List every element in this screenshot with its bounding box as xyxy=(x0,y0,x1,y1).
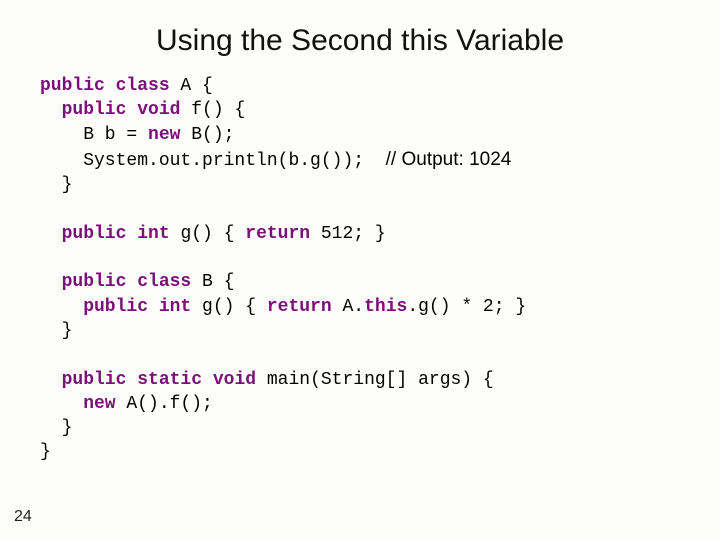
kw-int: int xyxy=(126,224,169,244)
kw-public: public xyxy=(40,224,126,244)
kw-class: class xyxy=(105,76,170,96)
kw-static: static xyxy=(126,370,202,390)
kw-public: public xyxy=(40,272,126,292)
code-text: f() { xyxy=(180,100,245,120)
code-text: main(String[] args) { xyxy=(256,370,494,390)
code-text: .g() * 2; } xyxy=(407,297,526,317)
kw-return: return xyxy=(267,297,332,317)
page-number: 24 xyxy=(14,508,32,526)
code-block: public class A { public void f() { B b =… xyxy=(40,74,720,465)
code-text: } xyxy=(40,321,72,341)
kw-new: new xyxy=(40,394,116,414)
kw-new: new xyxy=(148,125,180,145)
kw-public: public xyxy=(40,76,105,96)
code-text: } xyxy=(40,442,51,462)
code-text: 512; } xyxy=(310,224,386,244)
kw-int: int xyxy=(148,297,191,317)
kw-void: void xyxy=(202,370,256,390)
code-text: B { xyxy=(191,272,234,292)
kw-void: void xyxy=(126,100,180,120)
kw-this: this xyxy=(364,297,407,317)
slide-title: Using the Second this Variable xyxy=(0,0,720,74)
kw-return: return xyxy=(245,224,310,244)
kw-public: public xyxy=(40,297,148,317)
code-text: } xyxy=(40,418,72,438)
kw-public: public xyxy=(40,370,126,390)
code-text: A. xyxy=(332,297,364,317)
code-text: A { xyxy=(170,76,213,96)
code-text: System.out.println(b.g()); xyxy=(40,151,386,171)
code-text: g() { xyxy=(191,297,267,317)
code-text: g() { xyxy=(170,224,246,244)
kw-public: public xyxy=(40,100,126,120)
code-comment: // Output: 1024 xyxy=(386,149,512,170)
kw-class: class xyxy=(126,272,191,292)
code-text: B(); xyxy=(180,125,234,145)
code-text: B b = xyxy=(40,125,148,145)
code-text: A().f(); xyxy=(116,394,213,414)
code-text: } xyxy=(40,175,72,195)
